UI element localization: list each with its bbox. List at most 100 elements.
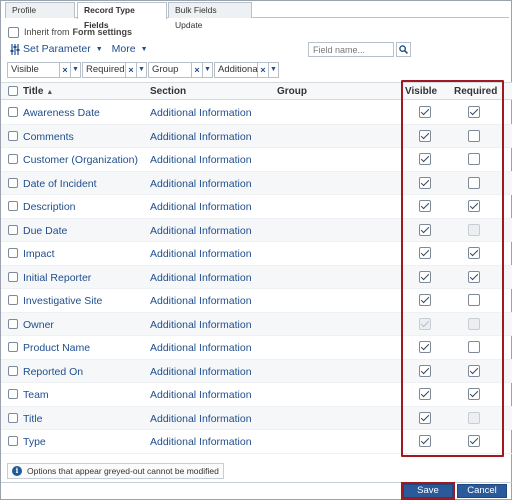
column-visible[interactable]: Visible xyxy=(405,86,437,97)
field-title[interactable]: Investigative Site xyxy=(23,295,102,307)
row-select-checkbox[interactable] xyxy=(8,436,18,446)
required-checkbox[interactable] xyxy=(468,341,480,353)
field-title[interactable]: Initial Reporter xyxy=(23,272,91,284)
required-checkbox[interactable] xyxy=(468,294,480,306)
chevron-down-icon[interactable]: ▼ xyxy=(136,62,147,78)
visible-checkbox[interactable] xyxy=(419,364,431,377)
column-section[interactable]: Section xyxy=(150,86,186,97)
required-checkbox[interactable] xyxy=(468,129,480,142)
required-checkbox[interactable] xyxy=(468,176,480,189)
visible-checkbox[interactable] xyxy=(419,223,431,236)
field-title[interactable]: Impact xyxy=(23,248,55,260)
field-title[interactable]: Type xyxy=(23,436,46,448)
row-select-checkbox[interactable] xyxy=(8,295,18,305)
row-select-checkbox[interactable] xyxy=(8,412,18,423)
required-checkbox[interactable] xyxy=(468,153,480,165)
chevron-down-icon[interactable]: ▼ xyxy=(70,62,81,78)
clear-icon[interactable]: × xyxy=(258,62,268,78)
tab-bulk-fields-update[interactable]: Bulk Fields Update xyxy=(168,2,252,30)
row-select-checkbox[interactable] xyxy=(8,365,18,376)
visible-checkbox[interactable] xyxy=(419,388,431,400)
visible-checkbox[interactable] xyxy=(419,411,431,424)
field-title[interactable]: Description xyxy=(23,201,76,213)
field-section[interactable]: Additional Information xyxy=(150,131,252,143)
field-title[interactable]: Date of Incident xyxy=(23,178,97,190)
field-title[interactable]: Customer (Organization) xyxy=(23,154,138,166)
field-title[interactable]: Due Date xyxy=(23,225,67,237)
select-all-checkbox[interactable] xyxy=(8,86,18,96)
visible-checkbox[interactable] xyxy=(419,270,431,283)
field-title[interactable]: Team xyxy=(23,389,49,401)
save-button[interactable]: Save xyxy=(401,482,455,500)
tab-profile[interactable]: Profile xyxy=(5,2,75,18)
row-select-checkbox[interactable] xyxy=(8,318,18,329)
column-title[interactable]: Title ▲ xyxy=(23,86,53,97)
row-select-checkbox[interactable] xyxy=(8,224,18,235)
row-select-checkbox[interactable] xyxy=(8,201,18,211)
row-select-checkbox[interactable] xyxy=(8,107,18,117)
filter-required[interactable]: Required × ▼ xyxy=(82,62,147,78)
required-checkbox[interactable] xyxy=(468,247,480,259)
field-section[interactable]: Additional Information xyxy=(150,413,252,425)
row-select-checkbox[interactable] xyxy=(8,389,18,399)
clear-icon[interactable]: × xyxy=(60,62,70,78)
field-section[interactable]: Additional Information xyxy=(150,201,252,213)
required-checkbox[interactable] xyxy=(468,435,480,447)
visible-checkbox[interactable] xyxy=(419,247,431,259)
inherit-checkbox[interactable] xyxy=(8,26,19,38)
row-select-checkbox[interactable] xyxy=(8,130,18,141)
row-select-checkbox[interactable] xyxy=(8,177,18,188)
clear-icon[interactable]: × xyxy=(126,62,136,78)
field-title[interactable]: Awareness Date xyxy=(23,107,100,119)
visible-checkbox[interactable] xyxy=(419,294,431,306)
column-group[interactable]: Group xyxy=(277,86,307,97)
field-section[interactable]: Additional Information xyxy=(150,366,252,378)
visible-checkbox[interactable] xyxy=(419,153,431,165)
field-title[interactable]: Reported On xyxy=(23,366,83,378)
visible-checkbox[interactable] xyxy=(419,200,431,212)
field-section[interactable]: Additional Information xyxy=(150,319,252,331)
field-section[interactable]: Additional Information xyxy=(150,225,252,237)
column-required[interactable]: Required xyxy=(454,86,497,97)
visible-checkbox[interactable] xyxy=(419,176,431,189)
field-section[interactable]: Additional Information xyxy=(150,272,252,284)
required-checkbox[interactable] xyxy=(468,270,480,283)
tab-record-type-fields[interactable]: Record Type Fields xyxy=(77,2,167,30)
required-checkbox[interactable] xyxy=(468,388,480,400)
field-section[interactable]: Additional Information xyxy=(150,154,252,166)
row-select-checkbox[interactable] xyxy=(8,271,18,282)
cancel-button[interactable]: Cancel xyxy=(457,484,507,498)
clear-icon[interactable]: × xyxy=(192,62,202,78)
field-title[interactable]: Product Name xyxy=(23,342,90,354)
visible-checkbox[interactable] xyxy=(419,341,431,353)
field-section[interactable]: Additional Information xyxy=(150,342,252,354)
chevron-down-icon[interactable]: ▼ xyxy=(268,62,279,78)
field-section[interactable]: Additional Information xyxy=(150,389,252,401)
field-section[interactable]: Additional Information xyxy=(150,248,252,260)
filter-additional[interactable]: Additional × ▼ xyxy=(214,62,279,78)
filter-group[interactable]: Group × ▼ xyxy=(148,62,213,78)
dialog: Profile Record Type Fields Bulk Fields U… xyxy=(0,0,512,500)
chevron-down-icon[interactable]: ▼ xyxy=(202,62,213,78)
required-checkbox[interactable] xyxy=(468,364,480,377)
field-section[interactable]: Additional Information xyxy=(150,178,252,190)
field-section[interactable]: Additional Information xyxy=(150,295,252,307)
visible-checkbox[interactable] xyxy=(419,435,431,447)
row-select-checkbox[interactable] xyxy=(8,342,18,352)
row-select-checkbox[interactable] xyxy=(8,248,18,258)
filter-visible[interactable]: Visible × ▼ xyxy=(7,62,81,78)
row-select-checkbox[interactable] xyxy=(8,154,18,164)
field-title[interactable]: Comments xyxy=(23,131,74,143)
field-section[interactable]: Additional Information xyxy=(150,107,252,119)
visible-checkbox[interactable] xyxy=(419,129,431,142)
search-input[interactable] xyxy=(308,42,394,57)
field-section[interactable]: Additional Information xyxy=(150,436,252,448)
required-checkbox[interactable] xyxy=(468,200,480,212)
set-parameter-button[interactable]: Set Parameter ▼ xyxy=(10,43,103,55)
search-button[interactable] xyxy=(396,42,411,57)
field-title[interactable]: Title xyxy=(23,413,42,425)
more-button[interactable]: More ▼ xyxy=(112,43,148,55)
field-title[interactable]: Owner xyxy=(23,319,54,331)
required-checkbox[interactable] xyxy=(468,106,480,118)
visible-checkbox[interactable] xyxy=(419,106,431,118)
